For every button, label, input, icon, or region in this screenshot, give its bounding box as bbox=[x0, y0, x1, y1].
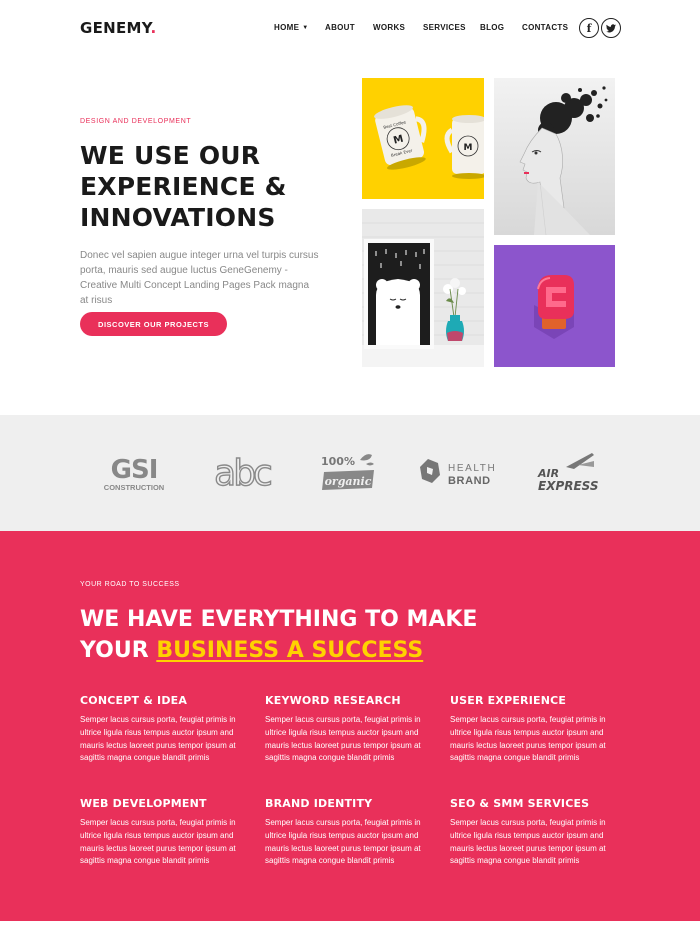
health-logo-bottom: BRAND bbox=[448, 475, 491, 487]
feature-title: BRAND IDENTITY bbox=[265, 797, 373, 810]
nav-works[interactable]: WORKS bbox=[373, 23, 405, 32]
feature-text: Semper lacus cursus porta, feugiat primi… bbox=[265, 818, 421, 866]
client-logo-air-express[interactable]: AIR EXPRESS bbox=[534, 415, 598, 531]
facebook-icon: f bbox=[586, 21, 592, 35]
feature-text: Semper lacus cursus porta, feugiat primi… bbox=[80, 715, 236, 763]
air-logo-bottom: EXPRESS bbox=[538, 479, 598, 493]
organic-logo-bottom: organic bbox=[325, 475, 372, 488]
nav-blog[interactable]: BLOG bbox=[480, 23, 504, 32]
feature-text: Semper lacus cursus porta, feugiat primi… bbox=[450, 818, 606, 866]
chevron-down-icon: ▼ bbox=[302, 25, 309, 31]
nav-home-label: HOME bbox=[274, 23, 300, 32]
client-logo-health-brand[interactable]: HEALTH BRAND bbox=[418, 415, 500, 531]
feature-text: Semper lacus cursus porta, feugiat primi… bbox=[450, 715, 606, 763]
nav-home[interactable]: HOME ▼ bbox=[274, 23, 308, 32]
nav-about[interactable]: ABOUT bbox=[325, 23, 355, 32]
client-logo-gsi[interactable]: GSI CONSTRUCTION bbox=[96, 415, 172, 531]
client-logo-abc[interactable]: abc bbox=[200, 415, 284, 531]
feature-card: USER EXPERIENCE Semper lacus cursus port… bbox=[450, 694, 620, 765]
gallery-image-bear-poster[interactable] bbox=[362, 209, 484, 367]
twitter-icon bbox=[606, 23, 616, 32]
site-logo[interactable]: GENEMY. bbox=[80, 19, 156, 37]
feature-title: SEO & SMM SERVICES bbox=[450, 797, 590, 810]
gsi-logo-subtext: CONSTRUCTION bbox=[104, 483, 164, 492]
features-title-line-2: YOUR BUSINESS A SUCCESS bbox=[80, 635, 600, 666]
hero-description: Donec vel sapien augue integer urna vel … bbox=[80, 250, 319, 306]
health-logo-top: HEALTH bbox=[448, 463, 496, 474]
feature-card: KEYWORD RESEARCH Semper lacus cursus por… bbox=[265, 694, 435, 765]
facebook-button[interactable]: f bbox=[579, 18, 599, 38]
feature-text: Semper lacus cursus porta, feugiat primi… bbox=[265, 715, 421, 763]
hero-eyebrow: DESIGN AND DEVELOPMENT bbox=[80, 118, 192, 125]
gallery-image-mugs[interactable]: M Best Coffee Break Ever M bbox=[362, 78, 484, 199]
gsi-logo-text: GSI bbox=[111, 455, 158, 485]
hero-title-line: WE USE OUR bbox=[80, 141, 261, 170]
abc-logo-text: abc bbox=[214, 453, 271, 494]
feature-title: WEB DEVELOPMENT bbox=[80, 797, 207, 810]
nav-contacts[interactable]: CONTACTS bbox=[522, 23, 568, 32]
features-title: WE HAVE EVERYTHING TO MAKE YOUR BUSINESS… bbox=[80, 604, 600, 666]
feature-card: BRAND IDENTITY Semper lacus cursus porta… bbox=[265, 797, 435, 868]
feature-title: KEYWORD RESEARCH bbox=[265, 694, 401, 707]
gallery-image-product[interactable] bbox=[494, 245, 615, 367]
feature-text: Semper lacus cursus porta, feugiat primi… bbox=[80, 818, 236, 866]
hero-title-line: INNOVATIONS bbox=[80, 203, 276, 232]
feature-card: SEO & SMM SERVICES Semper lacus cursus p… bbox=[450, 797, 620, 868]
features-title-prefix: YOUR bbox=[80, 638, 157, 663]
features-eyebrow: YOUR ROAD TO SUCCESS bbox=[80, 581, 180, 588]
nav-services[interactable]: SERVICES bbox=[423, 23, 466, 32]
feature-title: CONCEPT & IDEA bbox=[80, 694, 188, 707]
client-logos: GSI CONSTRUCTION abc 100% organic HEALTH… bbox=[0, 415, 700, 531]
client-logo-organic[interactable]: 100% organic bbox=[316, 415, 382, 531]
feature-card: WEB DEVELOPMENT Semper lacus cursus port… bbox=[80, 797, 250, 868]
discover-projects-button[interactable]: DISCOVER OUR PROJECTS bbox=[80, 312, 227, 336]
organic-logo-top: 100% bbox=[321, 455, 355, 468]
features-title-highlight: BUSINESS A SUCCESS bbox=[156, 638, 424, 663]
logo-text: GENEMY bbox=[80, 19, 151, 37]
hero-title: WE USE OUR EXPERIENCE & INNOVATIONS bbox=[80, 140, 360, 233]
feature-title: USER EXPERIENCE bbox=[450, 694, 567, 707]
site-header: GENEMY. HOME ▼ ABOUT WORKS SERVICES BLOG … bbox=[0, 0, 700, 56]
mug-monogram: M bbox=[464, 143, 473, 153]
feature-card: CONCEPT & IDEA Semper lacus cursus porta… bbox=[80, 694, 250, 765]
hero-title-line: EXPERIENCE & bbox=[80, 172, 287, 201]
logo-dot: . bbox=[150, 19, 157, 37]
twitter-button[interactable] bbox=[601, 18, 621, 38]
gallery-image-portrait[interactable] bbox=[494, 78, 615, 235]
features-title-line-1: WE HAVE EVERYTHING TO MAKE bbox=[80, 607, 478, 632]
features-section: YOUR ROAD TO SUCCESS WE HAVE EVERYTHING … bbox=[0, 531, 700, 921]
